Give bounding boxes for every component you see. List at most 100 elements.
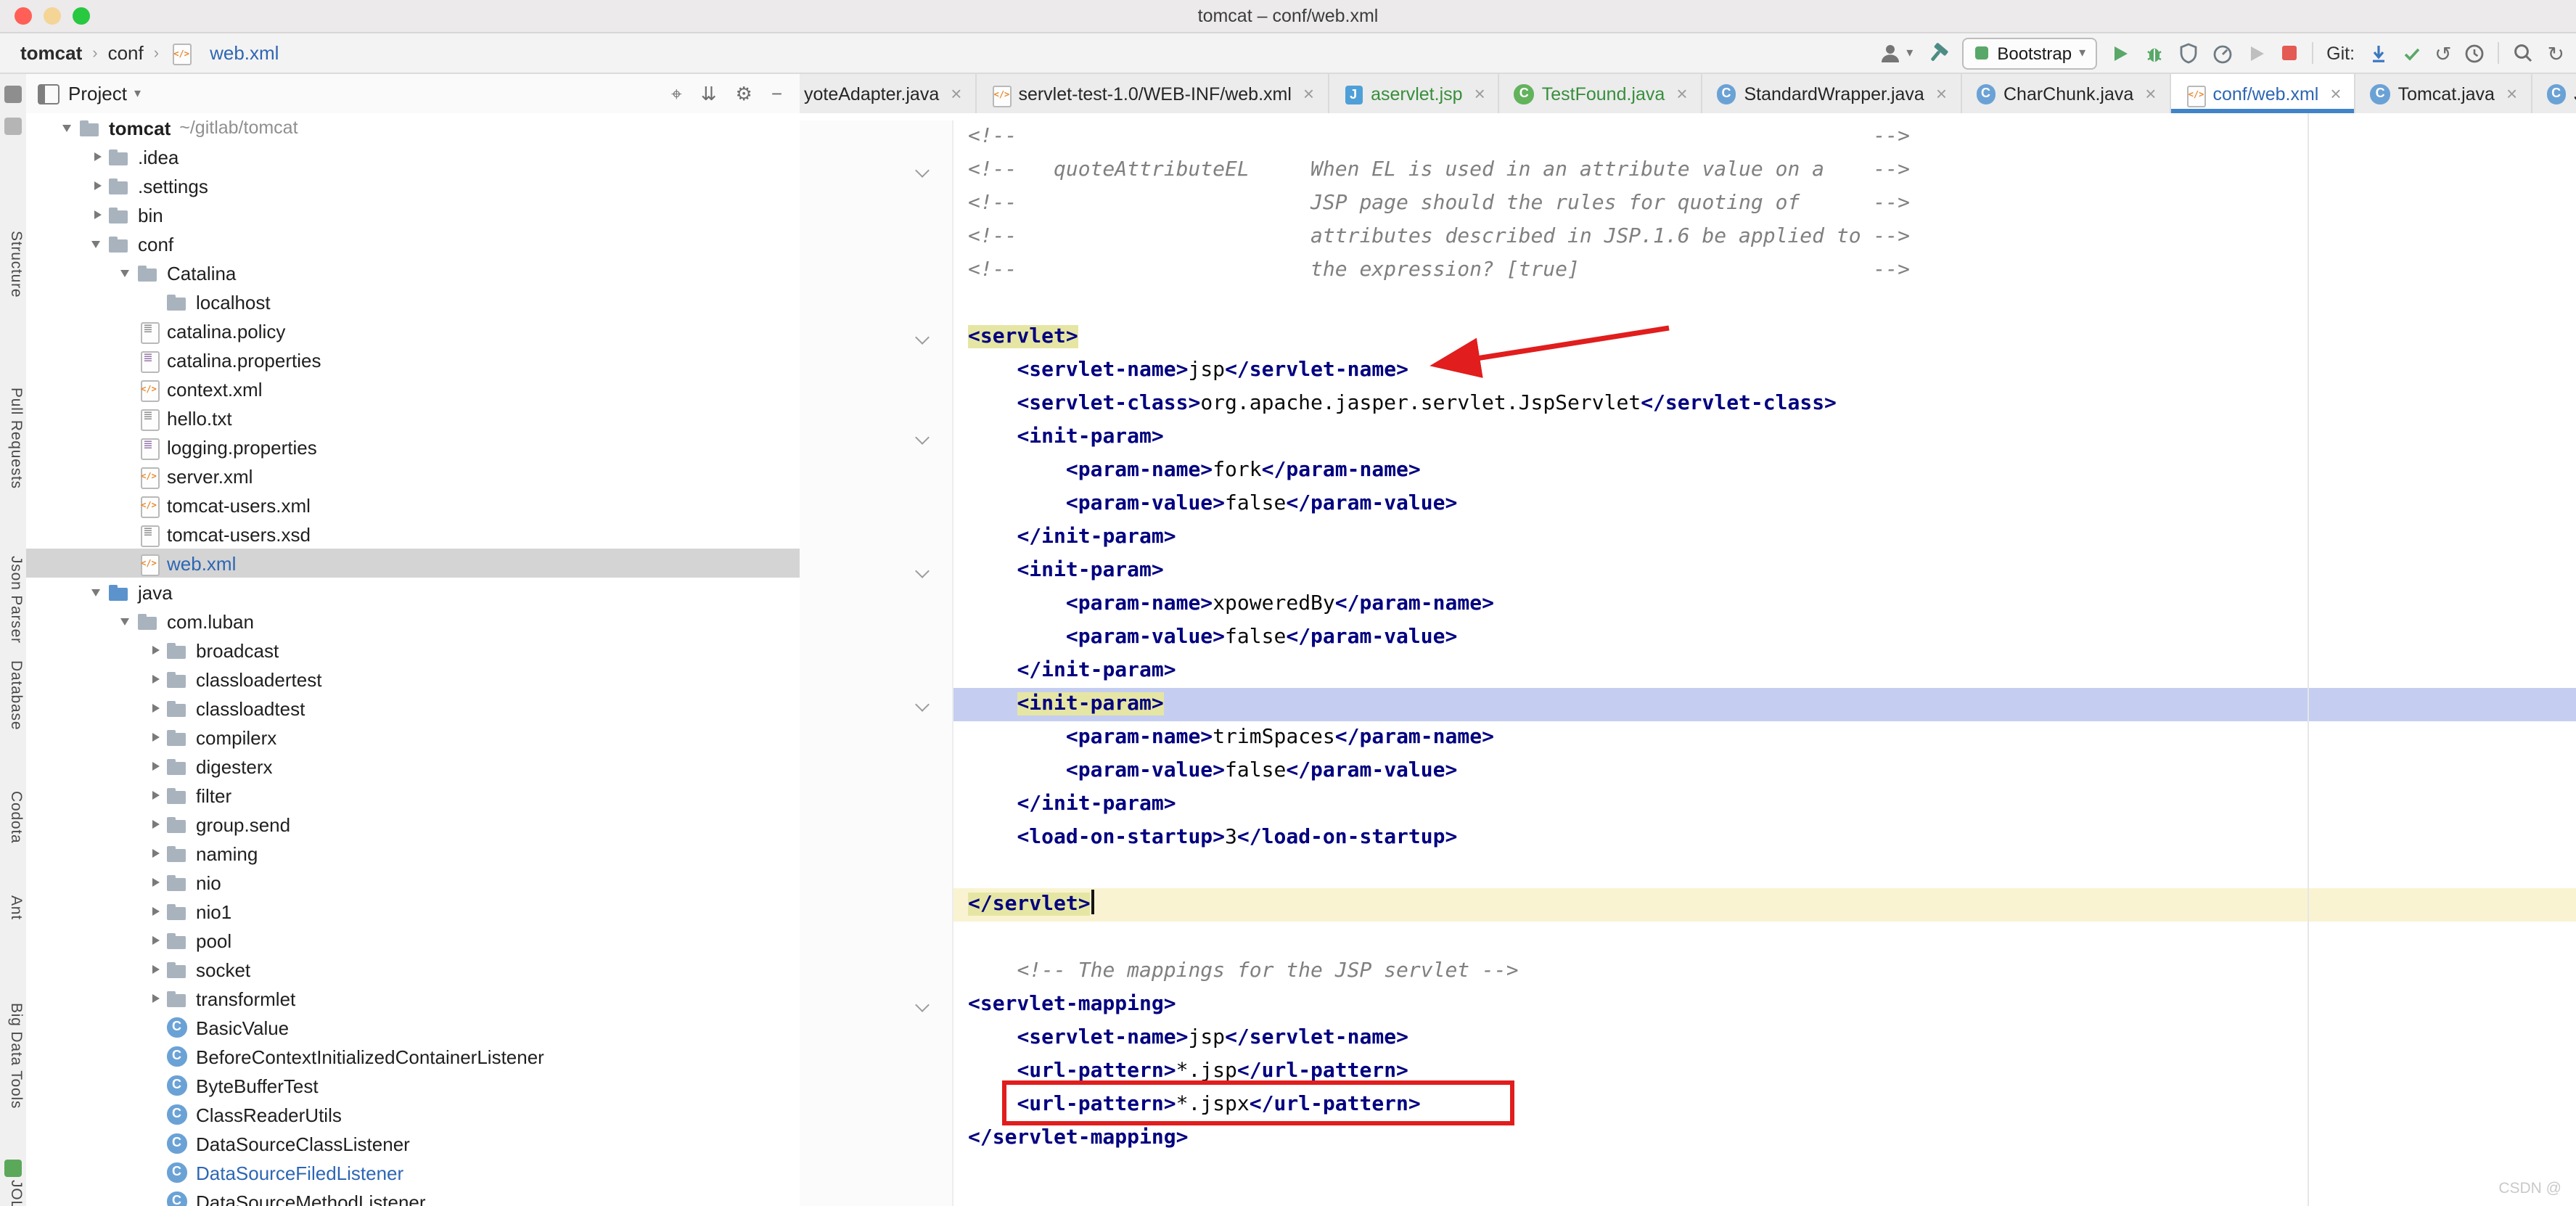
project-panel-title[interactable]: Project (68, 83, 127, 104)
code-line[interactable]: 260 </init-param> (800, 655, 2576, 688)
code-text[interactable]: <!-- JSP page should the rules for quoti… (953, 187, 2576, 221)
close-icon[interactable]: × (2330, 83, 2341, 104)
code-line[interactable]: 251 <servlet-name>jsp</servlet-name> (800, 354, 2576, 387)
tree-item[interactable]: nio1 (26, 897, 800, 926)
tree-item[interactable]: pool (26, 926, 800, 955)
code-line[interactable]: 246 <!-- JSP page should the rules for q… (800, 187, 2576, 221)
code-text[interactable]: <param-name>fork</param-name> (953, 454, 2576, 488)
code-line[interactable]: 268 (800, 922, 2576, 955)
collapse-all-button[interactable]: ⇊ (701, 82, 717, 105)
tree-item[interactable]: group.send (26, 810, 800, 839)
code-line[interactable]: 261 <init-param> (800, 688, 2576, 721)
plugin-tool-icon[interactable] (4, 1160, 22, 1177)
tree-item[interactable]: hello.txt (26, 403, 800, 432)
coverage-button[interactable] (2178, 42, 2199, 64)
tree-chevron-icon[interactable] (116, 437, 136, 457)
code-line[interactable]: 273 <url-pattern>*.jspx</url-pattern> (800, 1088, 2576, 1122)
code-text[interactable]: <!-- attributes described in JSP.1.6 be … (953, 221, 2576, 254)
tree-chevron-icon[interactable] (87, 234, 107, 254)
tool-window-button-big-data-tools[interactable]: Big Data Tools (3, 1003, 25, 1109)
tree-chevron-icon[interactable] (116, 379, 136, 399)
tree-chevron-icon[interactable] (145, 698, 165, 718)
tree-item[interactable]: naming (26, 839, 800, 868)
tool-window-button-pull-requests[interactable]: Pull Requests (3, 387, 25, 489)
tree-chevron-icon[interactable] (116, 466, 136, 486)
code-text[interactable]: <init-param> (953, 688, 2576, 721)
code-text[interactable]: </init-param> (953, 788, 2576, 821)
tree-item[interactable]: ByteBufferTest (26, 1071, 800, 1100)
locate-file-button[interactable]: ⌖ (671, 82, 682, 105)
code-text[interactable]: <servlet-mapping> (953, 988, 2576, 1022)
tool-window-button-codota[interactable]: Codota (3, 791, 25, 844)
code-line[interactable]: 250 <servlet> (800, 321, 2576, 354)
tree-chevron-icon[interactable] (145, 1046, 165, 1067)
code-text[interactable]: <servlet-name>jsp</servlet-name> (953, 1022, 2576, 1055)
fold-icon[interactable] (915, 329, 930, 344)
code-text[interactable]: <param-value>false</param-value> (953, 488, 2576, 521)
code-line[interactable]: 257 <init-param> (800, 554, 2576, 588)
fold-icon[interactable] (915, 697, 930, 711)
tree-item[interactable]: catalina.properties (26, 345, 800, 374)
panel-settings-button[interactable]: ⚙ (736, 82, 752, 105)
tree-item[interactable]: .settings (26, 171, 800, 200)
tree-chevron-icon[interactable] (116, 495, 136, 515)
close-icon[interactable]: × (1676, 83, 1687, 104)
tree-item[interactable]: DataSourceClassListener (26, 1129, 800, 1158)
editor-tab[interactable]: conf/web.xml × (2170, 74, 2355, 113)
code-text[interactable] (953, 855, 2576, 888)
tree-item[interactable]: classloadtest (26, 694, 800, 723)
code-text[interactable]: <servlet-class>org.apache.jasper.servlet… (953, 387, 2576, 421)
fold-icon[interactable] (915, 997, 930, 1012)
code-line[interactable]: 255 <param-value>false</param-value> (800, 488, 2576, 521)
tree-chevron-icon[interactable] (145, 1191, 165, 1206)
code-text[interactable]: <url-pattern>*.jspx</url-pattern> (953, 1088, 2576, 1122)
tree-chevron-icon[interactable] (145, 959, 165, 980)
chevron-down-icon[interactable]: ▾ (134, 86, 141, 102)
tree-chevron-icon[interactable] (145, 1133, 165, 1154)
tool-window-button-database[interactable]: Database (3, 660, 25, 730)
code-text[interactable] (953, 1189, 2576, 1206)
code-line[interactable]: 245 <!-- quoteAttributeEL When EL is use… (800, 154, 2576, 187)
code-text[interactable]: <!-- The mappings for the JSP servlet --… (953, 955, 2576, 988)
breadcrumb-item[interactable]: conf (108, 42, 144, 64)
tree-item[interactable]: conf (26, 229, 800, 258)
tree-item[interactable]: .idea (26, 142, 800, 171)
code-line[interactable]: 264 </init-param> (800, 788, 2576, 821)
build-button[interactable] (1926, 41, 1949, 65)
fold-icon[interactable] (915, 163, 930, 177)
tree-item[interactable]: socket (26, 955, 800, 984)
tree-chevron-icon[interactable] (116, 611, 136, 631)
code-text[interactable]: <servlet-name>jsp</servlet-name> (953, 354, 2576, 387)
tool-window-button-structure[interactable]: Structure (3, 231, 25, 298)
code-text[interactable]: <load-on-startup>3</load-on-startup> (953, 821, 2576, 855)
editor-tab[interactable]: TestFound.java × (1500, 74, 1702, 113)
code-line[interactable]: 269 <!-- The mappings for the JSP servle… (800, 955, 2576, 988)
code-line[interactable]: 247 <!-- attributes described in JSP.1.6… (800, 221, 2576, 254)
tree-chevron-icon[interactable] (116, 553, 136, 573)
code-text[interactable]: <init-param> (953, 554, 2576, 588)
run-button[interactable] (2110, 43, 2130, 63)
fold-icon[interactable] (915, 563, 930, 578)
tree-item[interactable]: nio (26, 868, 800, 897)
breadcrumb-item[interactable]: web.xml (210, 42, 279, 64)
git-rollback-button[interactable]: ↺ (2435, 43, 2451, 63)
tree-item[interactable]: digesterx (26, 752, 800, 781)
restore-layout-button[interactable]: ↻ (2548, 43, 2564, 63)
code-text[interactable]: <param-value>false</param-value> (953, 621, 2576, 655)
code-line[interactable]: 263 <param-value>false</param-value> (800, 755, 2576, 788)
run-configuration-select[interactable]: Bootstrap ▾ (1962, 37, 2097, 69)
tree-chevron-icon[interactable] (145, 756, 165, 776)
code-line[interactable]: 248 <!-- the expression? [true] --> (800, 254, 2576, 287)
code-line[interactable]: 265 <load-on-startup>3</load-on-startup> (800, 821, 2576, 855)
search-everywhere-button[interactable] (2513, 42, 2535, 64)
tree-chevron-icon[interactable] (145, 872, 165, 893)
tree-chevron-icon[interactable] (145, 1162, 165, 1183)
code-line[interactable]: 253 <init-param> (800, 421, 2576, 454)
tree-item[interactable]: logging.properties (26, 432, 800, 462)
code-text[interactable]: <param-name>trimSpaces</param-name> (953, 721, 2576, 755)
editor-tab[interactable]: aservlet.jsp × (1329, 74, 1500, 113)
code-line[interactable]: 274 </servlet-mapping> (800, 1122, 2576, 1155)
tree-chevron-icon[interactable] (116, 263, 136, 283)
editor-tab[interactable]: servlet-test-1.0/WEB-INF/web.xml × (976, 74, 1329, 113)
tree-chevron-icon[interactable] (145, 785, 165, 805)
